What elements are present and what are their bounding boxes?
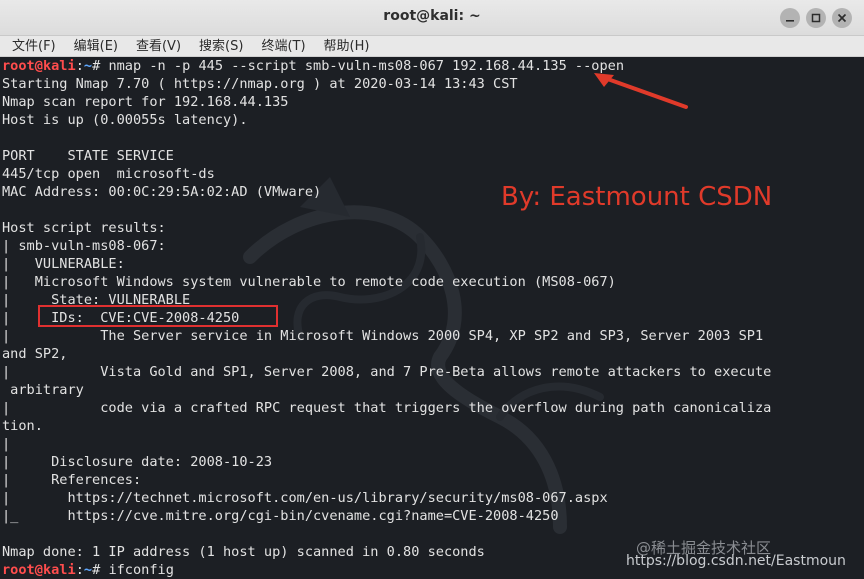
prompt-colon: : xyxy=(75,562,84,578)
red-arrow-icon xyxy=(594,73,688,109)
menu-bar: 文件(F) 编辑(E) 查看(V) 搜索(S) 终端(T) 帮助(H) xyxy=(0,36,864,57)
output-line: | The Server service in Microsoft Window… xyxy=(2,328,764,344)
close-icon[interactable] xyxy=(832,8,852,28)
prompt-path: ~ xyxy=(83,58,93,74)
output-line: and SP2, xyxy=(2,346,68,362)
terminal-window: root@kali: ~ 文件(F) 编辑(E) 查看(V) 搜索(S) 终端(… xyxy=(0,0,864,579)
output-line: | Disclosure date: 2008-10-23 xyxy=(2,454,273,470)
command-text: ifconfig xyxy=(108,562,174,578)
output-line: | References: xyxy=(2,472,142,488)
prompt-host: kali xyxy=(42,562,76,578)
terminal-output[interactable]: root@kali:~# nmap -n -p 445 --script smb… xyxy=(0,57,864,579)
output-line: | https://technet.microsoft.com/en-us/li… xyxy=(2,490,608,506)
prompt-sign: # xyxy=(92,58,109,74)
menu-edit[interactable]: 编辑(E) xyxy=(65,36,127,57)
menu-view[interactable]: 查看(V) xyxy=(127,36,190,57)
output-line: 445/tcp open microsoft-ds xyxy=(2,166,215,182)
prompt-sign: # xyxy=(92,562,109,578)
prompt-at: @ xyxy=(34,58,43,74)
title-bar[interactable]: root@kali: ~ xyxy=(0,0,864,36)
cve-highlight-box xyxy=(38,305,278,327)
prompt-at: @ xyxy=(34,562,43,578)
output-line: |_ https://cve.mitre.org/cgi-bin/cvename… xyxy=(2,508,559,524)
output-line: | code via a crafted RPC request that tr… xyxy=(2,400,772,416)
prompt-user: root xyxy=(2,562,35,578)
menu-file[interactable]: 文件(F) xyxy=(3,36,65,57)
output-line: arbitrary xyxy=(2,382,84,398)
output-line: Host is up (0.00055s latency). xyxy=(2,112,248,128)
output-line: | VULNERABLE: xyxy=(2,256,125,272)
csdn-watermark-url: https://blog.csdn.net/Eastmoun xyxy=(626,553,846,569)
author-byline: By: Eastmount CSDN xyxy=(501,182,773,212)
menu-help[interactable]: 帮助(H) xyxy=(315,36,379,57)
output-line: tion. xyxy=(2,418,43,434)
prompt-host: kali xyxy=(42,58,76,74)
minimize-icon[interactable] xyxy=(780,8,800,28)
prompt-colon: : xyxy=(75,58,84,74)
prompt-path: ~ xyxy=(83,562,93,578)
menu-search[interactable]: 搜索(S) xyxy=(190,36,252,57)
prompt-user: root xyxy=(2,58,35,74)
window-title: root@kali: ~ xyxy=(383,8,481,24)
output-line: PORT STATE SERVICE xyxy=(2,148,174,164)
output-line: Host script results: xyxy=(2,220,166,236)
window-controls xyxy=(780,8,852,28)
menu-terminal[interactable]: 终端(T) xyxy=(252,36,314,57)
output-line: | smb-vuln-ms08-067: xyxy=(2,238,166,254)
output-line: | Vista Gold and SP1, Server 2008, and 7… xyxy=(2,364,772,380)
command-text: nmap -n -p 445 --script smb-vuln-ms08-06… xyxy=(108,58,625,74)
maximize-icon[interactable] xyxy=(806,8,826,28)
output-line: | Microsoft Windows system vulnerable to… xyxy=(2,274,616,290)
output-line: | xyxy=(2,436,11,452)
